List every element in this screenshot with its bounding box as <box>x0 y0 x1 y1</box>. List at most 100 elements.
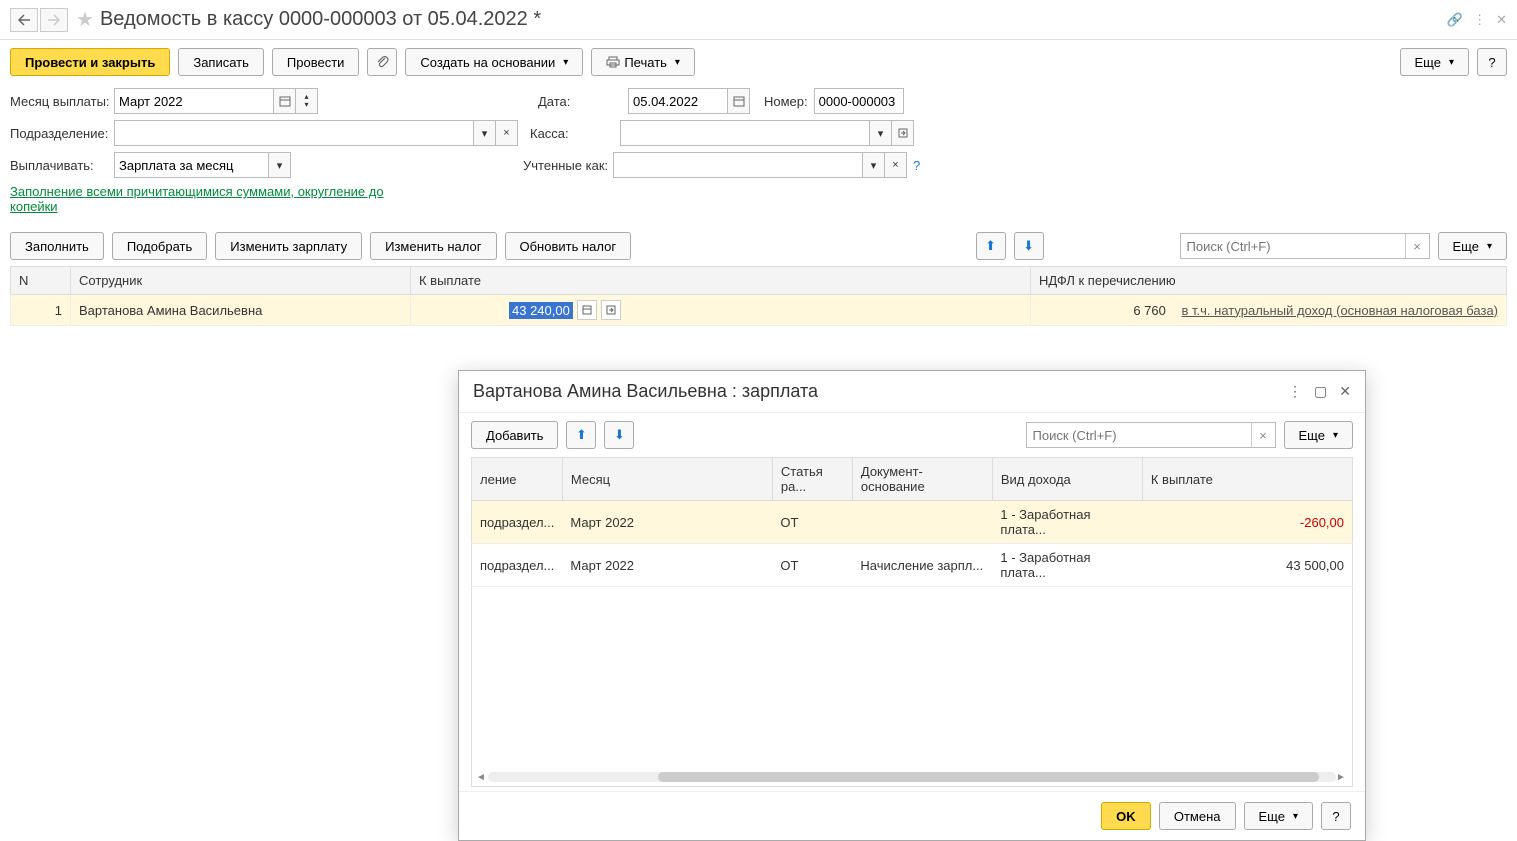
counted-input[interactable] <box>613 152 863 178</box>
table-toolbar: Заполнить Подобрать Изменить зарплату Из… <box>0 226 1517 266</box>
counted-clear-button[interactable]: × <box>885 152 907 178</box>
kassa-input[interactable] <box>620 120 870 146</box>
dialog-empty-area: ◄ ► <box>471 587 1353 787</box>
dialog-table: ление Месяц Статья ра... Документ-основа… <box>471 457 1353 587</box>
fill-button[interactable]: Заполнить <box>10 232 104 260</box>
col-emp[interactable]: Сотрудник <box>71 267 411 295</box>
dialog-add-button[interactable]: Добавить <box>471 421 558 449</box>
scroll-thumb[interactable] <box>658 772 1319 782</box>
dialog-title: Вартанова Амина Васильевна : зарплата <box>473 381 818 402</box>
expand-icon[interactable] <box>601 300 621 320</box>
cell-n: 1 <box>11 295 71 326</box>
dcol-income[interactable]: Вид дохода <box>992 458 1142 501</box>
search-box: × <box>1180 233 1430 259</box>
kassa-label: Касса: <box>530 126 620 141</box>
dcol-pay[interactable]: К выплате <box>1142 458 1352 501</box>
post-close-button[interactable]: Провести и закрыть <box>10 48 170 76</box>
cell-pay[interactable]: 43 240,00 <box>411 295 1031 326</box>
attach-button[interactable] <box>367 48 397 76</box>
dialog-close-icon[interactable]: ✕ <box>1339 383 1351 400</box>
page-title: Ведомость в кассу 0000-000003 от 05.04.2… <box>100 8 541 31</box>
ndfl-detail-link[interactable]: в т.ч. натуральный доход (основная налог… <box>1182 303 1498 318</box>
forward-button[interactable] <box>40 8 68 32</box>
print-button[interactable]: Печать <box>591 48 695 76</box>
kebab-icon[interactable]: ⋮ <box>1473 12 1486 28</box>
move-down-button[interactable]: ⬇ <box>1014 232 1044 260</box>
pay-label: Выплачивать: <box>10 158 114 173</box>
dcol-dept[interactable]: ление <box>472 458 563 501</box>
table-more-button[interactable]: Еще <box>1438 232 1507 260</box>
create-based-button[interactable]: Создать на основании <box>405 48 583 76</box>
salary-dialog: Вартанова Амина Васильевна : зарплата ⋮ … <box>458 370 1366 841</box>
search-input[interactable] <box>1181 239 1405 254</box>
number-input[interactable] <box>814 88 904 114</box>
pay-input[interactable] <box>114 152 269 178</box>
dialog-kebab-icon[interactable]: ⋮ <box>1288 383 1302 400</box>
date-calendar-button[interactable] <box>728 88 750 114</box>
date-input[interactable] <box>628 88 728 114</box>
fill-settings-link[interactable]: Заполнение всеми причитающимися суммами,… <box>10 184 384 214</box>
more-button[interactable]: Еще <box>1400 48 1469 76</box>
calculator-icon[interactable] <box>577 300 597 320</box>
dept-input[interactable] <box>114 120 474 146</box>
save-button[interactable]: Записать <box>178 48 264 76</box>
scroll-left-icon[interactable]: ◄ <box>476 772 488 783</box>
dcol-doc[interactable]: Документ-основание <box>852 458 992 501</box>
dialog-more-button[interactable]: Еще <box>1284 421 1353 449</box>
move-up-button[interactable]: ⬆ <box>976 232 1006 260</box>
dept-clear-button[interactable]: × <box>496 120 518 146</box>
favorite-icon[interactable]: ★ <box>76 7 94 32</box>
counted-dropdown-button[interactable]: ▾ <box>863 152 885 178</box>
dialog-up-button[interactable]: ⬆ <box>566 421 596 449</box>
dialog-ok-button[interactable]: OK <box>1101 802 1151 830</box>
link-icon[interactable]: 🔗 <box>1447 12 1463 28</box>
number-label: Номер: <box>764 94 808 109</box>
dialog-row[interactable]: подраздел... Март 2022 ОТ 1 - Заработная… <box>472 501 1353 544</box>
update-tax-button[interactable]: Обновить налог <box>505 232 632 260</box>
dept-dropdown-button[interactable]: ▾ <box>474 120 496 146</box>
scroll-track[interactable] <box>488 772 1336 782</box>
pay-value-selected[interactable]: 43 240,00 <box>509 302 573 319</box>
col-pay[interactable]: К выплате <box>411 267 1031 295</box>
dialog-help-button[interactable]: ? <box>1321 802 1351 830</box>
dialog-cancel-button[interactable]: Отмена <box>1159 802 1236 830</box>
back-button[interactable] <box>10 8 38 32</box>
help-button[interactable]: ? <box>1477 48 1507 76</box>
main-toolbar: Провести и закрыть Записать Провести Соз… <box>0 40 1517 84</box>
dept-label: Подразделение: <box>10 126 114 141</box>
table-row[interactable]: 1 Вартанова Амина Васильевна 43 240,00 6… <box>11 295 1507 326</box>
month-calendar-button[interactable] <box>274 88 296 114</box>
dcol-article[interactable]: Статья ра... <box>772 458 852 501</box>
dialog-footer-more-button[interactable]: Еще <box>1244 802 1313 830</box>
change-salary-button[interactable]: Изменить зарплату <box>215 232 362 260</box>
month-input[interactable] <box>114 88 274 114</box>
pick-button[interactable]: Подобрать <box>112 232 207 260</box>
title-bar: ★ Ведомость в кассу 0000-000003 от 05.04… <box>0 0 1517 40</box>
dcol-month[interactable]: Месяц <box>562 458 772 501</box>
dialog-search-box: × <box>1026 422 1276 448</box>
post-button[interactable]: Провести <box>272 48 360 76</box>
dialog-maximize-icon[interactable]: ▢ <box>1314 383 1327 400</box>
scroll-right-icon[interactable]: ► <box>1336 772 1348 783</box>
counted-help-icon[interactable]: ? <box>913 158 920 173</box>
horizontal-scrollbar[interactable]: ◄ ► <box>476 770 1348 784</box>
search-clear-button[interactable]: × <box>1405 234 1429 258</box>
dialog-search-input[interactable] <box>1027 428 1251 443</box>
close-window-icon[interactable]: ✕ <box>1496 12 1507 28</box>
dialog-row[interactable]: подраздел... Март 2022 ОТ Начисление зар… <box>472 544 1353 587</box>
col-n[interactable]: N <box>11 267 71 295</box>
counted-label: Учтенные как: <box>523 158 613 173</box>
month-spinner[interactable]: ▴▾ <box>296 88 318 114</box>
kassa-dropdown-button[interactable]: ▾ <box>870 120 892 146</box>
month-label: Месяц выплаты: <box>10 94 114 109</box>
kassa-open-button[interactable] <box>892 120 914 146</box>
dialog-down-button[interactable]: ⬇ <box>604 421 634 449</box>
cell-emp: Вартанова Амина Васильевна <box>71 295 411 326</box>
change-tax-button[interactable]: Изменить налог <box>370 232 496 260</box>
cell-ndfl: 6 760 в т.ч. натуральный доход (основная… <box>1031 295 1507 326</box>
pay-dropdown-button[interactable]: ▾ <box>269 152 291 178</box>
printer-icon <box>606 56 620 68</box>
date-label: Дата: <box>538 94 628 109</box>
col-ndfl[interactable]: НДФЛ к перечислению <box>1031 267 1507 295</box>
dialog-search-clear[interactable]: × <box>1251 423 1275 447</box>
